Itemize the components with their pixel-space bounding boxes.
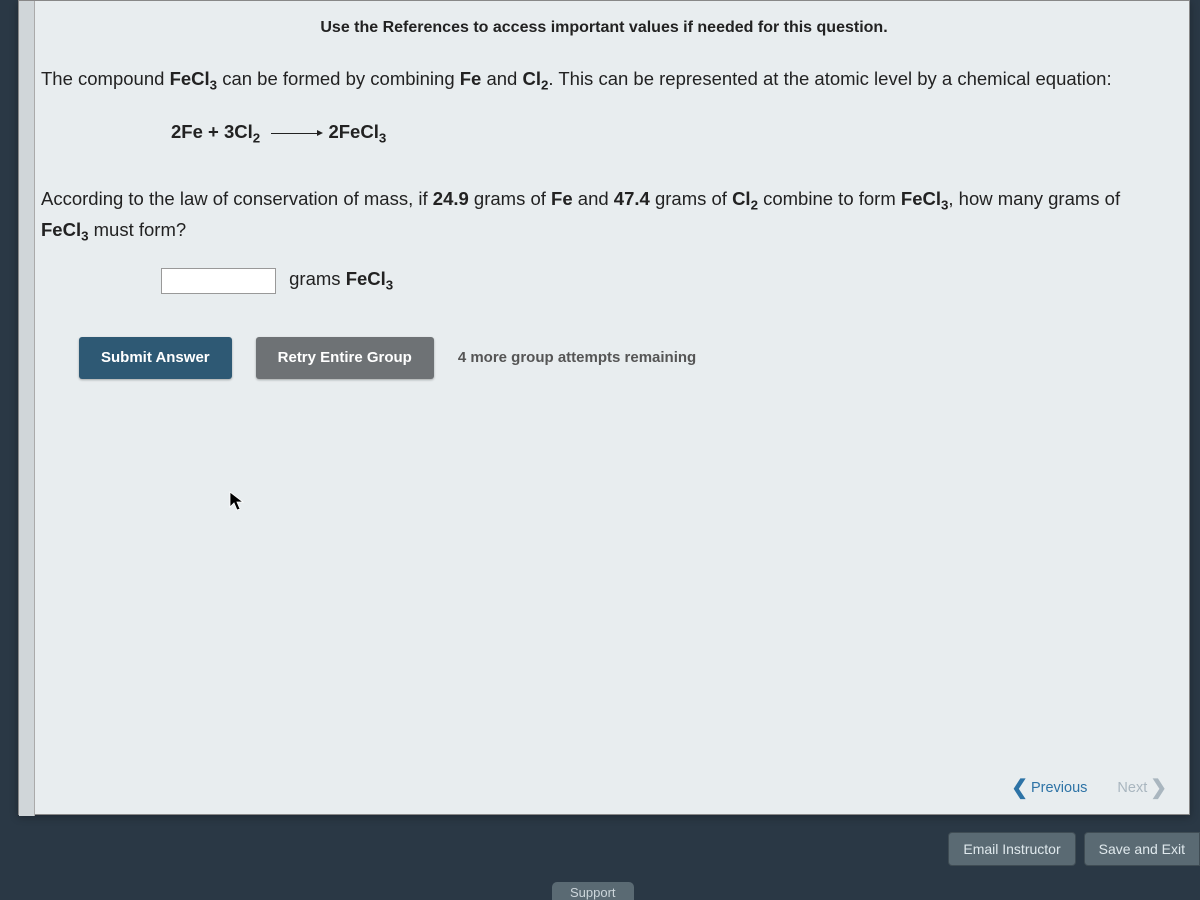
product: FeCl3	[41, 219, 89, 240]
subscript: 2	[253, 131, 260, 146]
footer-actions: Email Instructor Save and Exit	[948, 832, 1200, 866]
mass-value: 47.4	[614, 188, 650, 209]
text-fragment: and	[481, 68, 522, 89]
reactant: Cl2	[523, 68, 549, 89]
text-fragment: can be formed by combining	[217, 68, 460, 89]
text-fragment: . This can be represented at the atomic …	[548, 68, 1111, 89]
text-fragment: FeCl	[346, 268, 386, 289]
references-hint: Use the References to access important v…	[19, 1, 1189, 65]
mass-value: 24.9	[433, 188, 469, 209]
text-fragment: combine to form	[758, 188, 901, 209]
text-fragment: Cl	[732, 188, 751, 209]
chevron-right-icon: ❯	[1150, 778, 1167, 798]
conservation-paragraph: According to the law of conservation of …	[41, 185, 1167, 248]
action-row: Submit Answer Retry Entire Group 4 more …	[41, 337, 1167, 379]
text-fragment: FeCl	[41, 219, 81, 240]
email-instructor-button[interactable]: Email Instructor	[948, 832, 1075, 866]
intro-paragraph: The compound FeCl3 can be formed by comb…	[41, 65, 1167, 96]
subscript: 2	[751, 197, 758, 212]
text-fragment: , how many grams of	[948, 188, 1120, 209]
previous-button[interactable]: ❮ Previous	[1011, 778, 1087, 798]
species: Fe	[551, 188, 573, 209]
unit-species: FeCl3	[346, 268, 394, 289]
text-fragment: grams of	[469, 188, 551, 209]
support-tab[interactable]: Support	[552, 882, 634, 900]
unit-label: grams FeCl3	[289, 268, 393, 289]
text-fragment: According to the law of conservation of …	[41, 188, 433, 209]
subscript: 3	[210, 78, 217, 93]
chemical-equation: 2Fe + 3Cl2 2FeCl3	[41, 118, 1167, 149]
question-body: The compound FeCl3 can be formed by comb…	[19, 65, 1189, 379]
chevron-left-icon: ❮	[1011, 778, 1028, 798]
product: FeCl3	[901, 188, 949, 209]
reaction-arrow-icon	[271, 133, 319, 134]
nav-label: Next	[1117, 780, 1147, 796]
save-exit-button[interactable]: Save and Exit	[1084, 832, 1200, 866]
text-fragment: The compound	[41, 68, 170, 89]
subscript: 3	[386, 278, 393, 293]
subscript: 3	[81, 229, 88, 244]
equation-right: 2FeCl	[328, 121, 378, 142]
submit-answer-button[interactable]: Submit Answer	[79, 337, 232, 379]
pagination-nav: ❮ Previous Next ❯	[1011, 778, 1167, 798]
question-panel: Use the References to access important v…	[18, 0, 1190, 815]
text-fragment: grams	[289, 268, 346, 289]
answer-input[interactable]	[161, 268, 276, 294]
compound-name: FeCl3	[170, 68, 218, 89]
nav-label: Previous	[1031, 780, 1087, 796]
reactant: Fe	[460, 68, 482, 89]
text-fragment: grams of	[650, 188, 732, 209]
subscript: 3	[379, 131, 386, 146]
next-button[interactable]: Next ❯	[1117, 778, 1167, 798]
species: Cl2	[732, 188, 758, 209]
text-fragment: FeCl	[901, 188, 941, 209]
attempts-remaining: 4 more group attempts remaining	[458, 346, 696, 369]
text-fragment: FeCl	[170, 68, 210, 89]
text-fragment: must form?	[89, 219, 187, 240]
text-fragment: and	[573, 188, 614, 209]
scrollbar-left[interactable]	[19, 1, 35, 816]
retry-group-button[interactable]: Retry Entire Group	[256, 337, 434, 379]
equation-left: 2Fe + 3Cl	[171, 121, 253, 142]
text-fragment: Cl	[523, 68, 542, 89]
answer-row: grams FeCl3	[41, 265, 1167, 296]
